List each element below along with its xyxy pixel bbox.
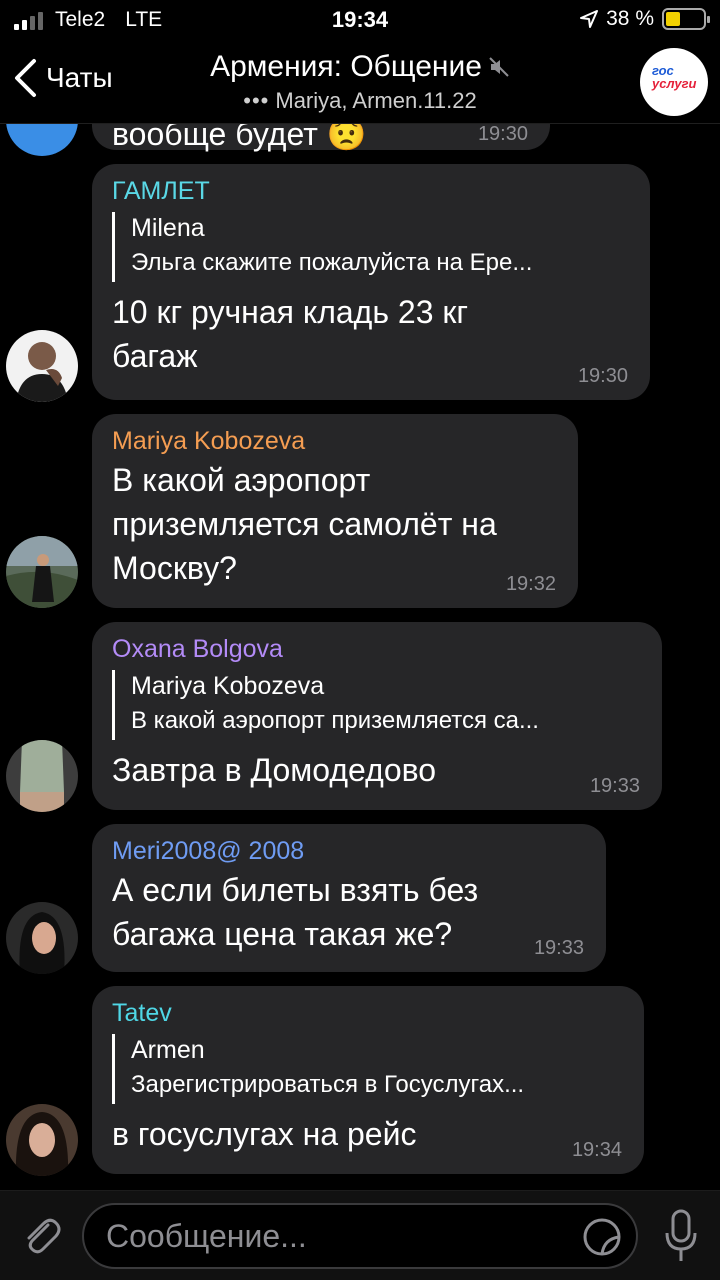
reply-author: Armen <box>131 1036 205 1064</box>
message-composer <box>0 1190 720 1280</box>
message-bubble[interactable]: ГАМЛЕТ Milena Эльга скажите пожалуйста н… <box>92 164 650 400</box>
status-right: 38 % <box>580 7 710 31</box>
avatar[interactable] <box>6 536 78 608</box>
avatar[interactable] <box>6 902 78 974</box>
sender-name: Tatev <box>112 999 172 1027</box>
mute-icon <box>489 57 509 77</box>
reply-text: Зарегистрироваться в Госуслугах... <box>131 1071 525 1098</box>
group-avatar-gosuslugi-logo[interactable]: гос услуги <box>640 48 708 116</box>
reply-quote[interactable]: Milena Эльга скажите пожалуйста на Ере..… <box>112 212 630 282</box>
message-text: В какой аэропорт приземляется самолёт на… <box>112 462 497 586</box>
message-time: 19:34 <box>571 1139 622 1161</box>
chat-title-area[interactable]: Армения: Общение ••• Mariya, Armen.11.22 <box>160 50 560 114</box>
battery-percent: 38 % <box>606 7 654 30</box>
message-bubble[interactable]: Tatev Armen Зарегистрироваться в Госуслу… <box>92 986 644 1174</box>
back-button[interactable]: Чаты <box>12 58 113 98</box>
message-text: в госуслугах на рейс <box>112 1116 417 1152</box>
reply-author: Mariya Kobozeva <box>131 672 325 700</box>
message-bubble[interactable]: Meri2008@ 2008 А если билеты взять без б… <box>92 824 606 972</box>
message-time: 19:32 <box>505 573 556 595</box>
chat-title: Армения: Общение <box>210 50 482 83</box>
sticker-icon[interactable] <box>582 1217 622 1257</box>
message-time: 19:30 <box>477 123 528 145</box>
status-bar: Tele2 LTE 19:34 38 % <box>0 0 720 40</box>
reply-text: Эльга скажите пожалуйста на Ере... <box>131 249 533 276</box>
message-time: 19:33 <box>589 775 640 797</box>
logo-text: гос услуги <box>652 63 697 91</box>
message-input[interactable] <box>84 1205 636 1267</box>
avatar[interactable] <box>6 330 78 402</box>
location-arrow-icon <box>580 10 599 28</box>
reply-text: В какой аэропорт приземляется са... <box>131 707 539 734</box>
chat-header: Чаты Армения: Общение ••• Mariya, Armen.1… <box>0 40 720 124</box>
battery-icon <box>662 8 710 30</box>
chat-subtitle: Mariya, Armen.11.22 <box>275 88 477 113</box>
typing-indicator: ••• <box>243 88 270 113</box>
sender-name: ГАМЛЕТ <box>112 177 210 205</box>
message-input-field[interactable] <box>82 1203 638 1269</box>
back-label: Чаты <box>46 62 113 93</box>
message-bubble[interactable]: Oxana Bolgova Mariya Kobozeva В какой аэ… <box>92 622 662 810</box>
chevron-left-icon <box>15 59 36 97</box>
avatar[interactable] <box>6 1104 78 1176</box>
sender-name: Mariya Kobozeva <box>112 427 306 455</box>
message-text: 10 кг ручная кладь 23 кг багаж <box>112 294 469 374</box>
attach-icon[interactable] <box>18 1213 64 1259</box>
reply-quote[interactable]: Mariya Kobozeva В какой аэропорт приземл… <box>112 670 642 740</box>
message-time: 19:30 <box>577 365 628 387</box>
sender-name: Oxana Bolgova <box>112 635 283 663</box>
sender-name: Meri2008@ 2008 <box>112 837 305 865</box>
microphone-icon[interactable] <box>664 1209 698 1263</box>
message-bubble[interactable]: Mariya Kobozeva В какой аэропорт приземл… <box>92 414 578 608</box>
reply-quote[interactable]: Armen Зарегистрироваться в Госуслугах... <box>112 1034 624 1104</box>
chat-area[interactable]: вообще будет 😟 19:30 ГАМЛЕТ Milena Эльга… <box>0 40 720 1190</box>
message-text: А если билеты взять без багажа цена така… <box>112 872 479 952</box>
avatar[interactable] <box>6 740 78 812</box>
message-text: Завтра в Домодедово <box>112 752 437 788</box>
reply-author: Milena <box>131 214 205 242</box>
message-time: 19:33 <box>533 937 584 959</box>
